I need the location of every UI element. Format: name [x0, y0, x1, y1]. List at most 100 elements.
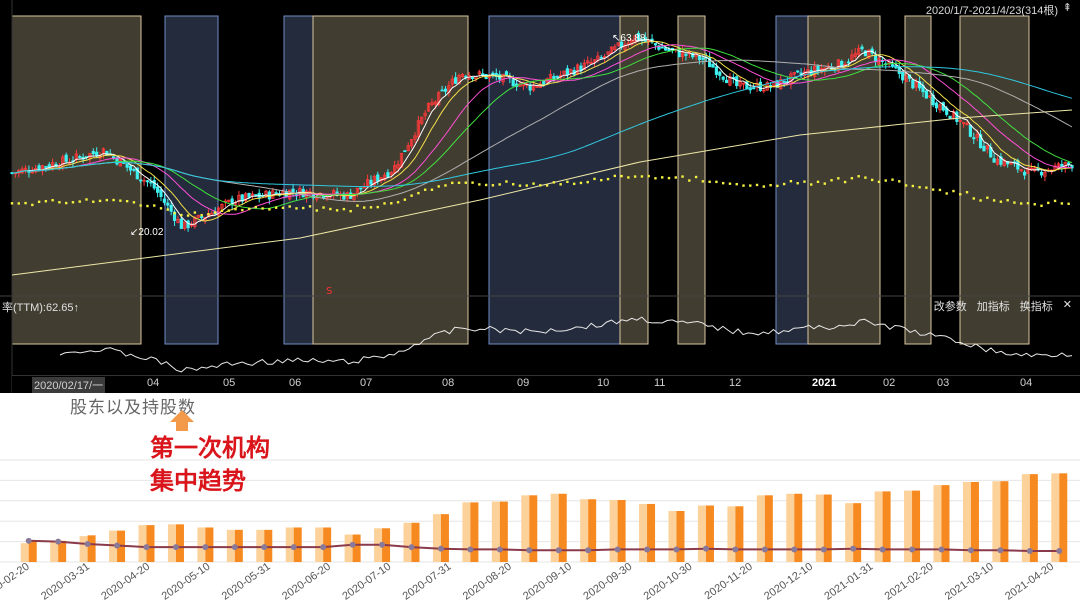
bar-dark [87, 535, 96, 562]
holder-count-point [55, 538, 62, 545]
bar-dark [647, 503, 656, 562]
index-dot [816, 180, 820, 184]
bar-dark [617, 500, 626, 562]
stock-chart-svg[interactable]: ↖63.88 ↙20.02 [0, 0, 1080, 393]
switch-indicator-button[interactable]: 换指标 [1020, 298, 1053, 314]
pin-icon[interactable]: ⇞ [1063, 1, 1072, 14]
index-dot [749, 184, 752, 187]
index-dot [1053, 199, 1057, 203]
candle-body [911, 79, 915, 89]
x-tick-text: 2021-03-10 [943, 561, 996, 603]
index-dot [484, 183, 488, 187]
candle-body [890, 64, 895, 67]
x-tick-label: 2020-10-30 [642, 561, 695, 603]
indicator-toolbar: 改参数 加指标 换指标 ✕ [934, 298, 1072, 314]
index-dot [64, 201, 68, 205]
candle-body [125, 163, 129, 168]
x-tick-label: 2021-01-31 [822, 561, 875, 603]
candle-body [555, 75, 559, 78]
index-dot [796, 182, 799, 185]
index-dot [721, 181, 725, 185]
holder-count-point [761, 546, 768, 553]
bar-light [20, 543, 29, 562]
x-axis-label: 12 [729, 377, 742, 389]
index-dot [566, 180, 569, 184]
candle-body [982, 145, 986, 152]
modify-params-button[interactable]: 改参数 [934, 298, 967, 314]
index-dot [322, 206, 325, 209]
index-dot [329, 207, 332, 211]
index-dot [464, 181, 468, 184]
candle-body [758, 81, 763, 92]
bar-light [79, 536, 88, 562]
index-dot [505, 180, 508, 183]
index-dot [755, 183, 759, 187]
index-dot [931, 188, 935, 191]
add-indicator-button[interactable]: 加指标 [977, 298, 1010, 314]
index-dot [383, 202, 386, 205]
index-dot [688, 179, 691, 182]
bar-light [167, 524, 176, 562]
candle-body [846, 61, 851, 64]
index-dot [1033, 203, 1036, 206]
candle-body [934, 102, 939, 109]
candle-body [992, 158, 996, 163]
index-dot [390, 202, 393, 205]
stock-chart-panel[interactable]: ↖63.88 ↙20.02 2020/1/7-2021/4/23(314根) ⇞ … [0, 0, 1080, 393]
candle-body [721, 76, 725, 80]
holder-count-point [702, 545, 709, 552]
holder-count-point [909, 546, 916, 553]
index-dot [620, 174, 623, 178]
x-tick-label: 2020-04-20 [99, 561, 152, 603]
x-tick-text: 2021-02-20 [883, 561, 936, 603]
index-dot [1006, 199, 1009, 202]
x-tick-text: 2020-10-30 [642, 561, 695, 603]
index-dot [803, 180, 806, 183]
candle-body [159, 189, 163, 198]
index-dot [51, 198, 54, 202]
candle-body [152, 180, 156, 189]
index-dot [545, 184, 549, 187]
index-dot [268, 208, 271, 211]
index-dot [85, 198, 88, 201]
candle-body [128, 165, 133, 171]
candle-body [132, 168, 136, 171]
bar-light [727, 506, 736, 562]
index-dot [864, 176, 867, 179]
candle-body [166, 202, 170, 206]
close-icon[interactable]: ✕ [1063, 298, 1072, 314]
candle-body [386, 172, 390, 178]
x-tick-text: 2020-12-10 [762, 561, 815, 603]
arrow-stem [176, 421, 188, 431]
index-dot [1040, 204, 1043, 207]
index-dot [186, 214, 190, 217]
candle-body [924, 90, 928, 99]
bar-dark [411, 522, 420, 562]
index-dot [810, 183, 813, 186]
index-dot [586, 180, 589, 184]
holder-count-point [1026, 548, 1033, 555]
index-dot [376, 205, 379, 209]
x-tick-text: 2020-08-20 [461, 561, 514, 603]
stock-x-axis: 2020/02/17/一 04 05 06 07 08 09 10 11 12 … [12, 375, 1080, 393]
index-dot [1067, 202, 1070, 205]
holder-count-point [555, 547, 562, 554]
index-dot [451, 181, 454, 185]
low-price-label: ↙20.02 [130, 227, 164, 238]
x-axis-label: 04 [147, 377, 160, 389]
candle-body [254, 194, 258, 197]
index-dot [369, 206, 373, 209]
candle-body [247, 192, 251, 198]
index-dot [457, 181, 461, 185]
index-dot [1047, 201, 1050, 205]
index-dot [870, 178, 874, 182]
annotation-line-1: 第一次机构 [150, 434, 270, 462]
index-dot [220, 209, 224, 212]
index-dot [613, 174, 617, 178]
holder-count-point [349, 541, 356, 548]
bar-light [50, 541, 59, 562]
x-tick-label: 2020-02-20 [0, 561, 32, 603]
x-tick-text: 2021-04-20 [1003, 561, 1056, 603]
signal-marker: S [326, 286, 333, 297]
candle-body [200, 216, 204, 219]
